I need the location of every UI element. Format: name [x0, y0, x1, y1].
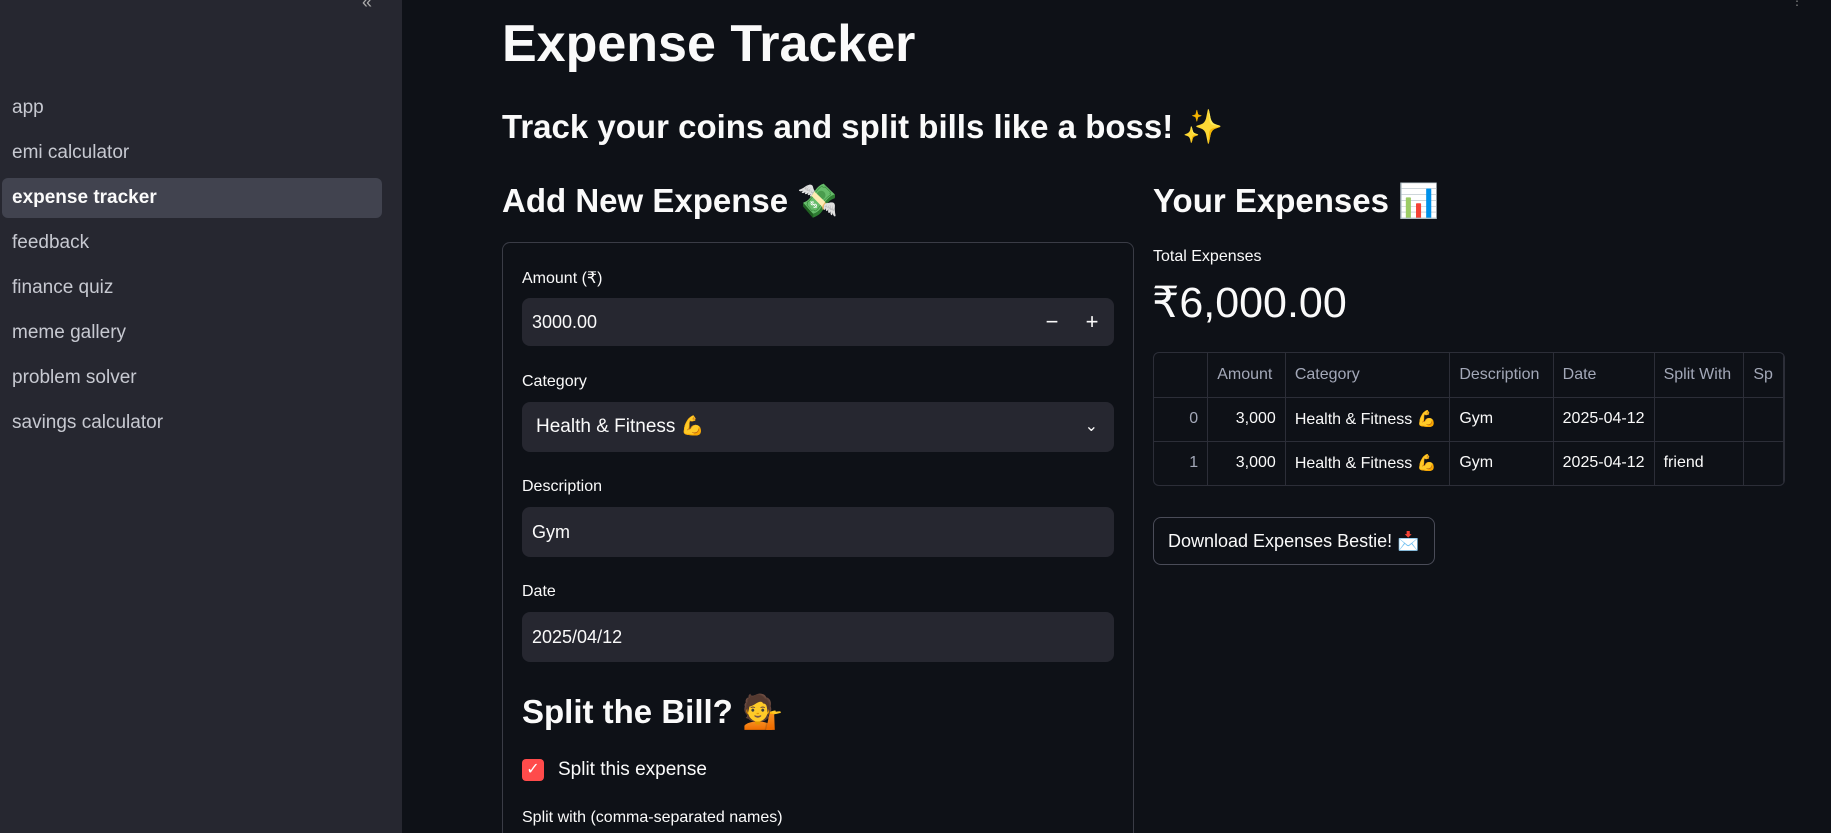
sidebar-item-expense-tracker[interactable]: expense tracker	[2, 178, 382, 218]
split-heading: Split the Bill? 💁	[522, 693, 784, 730]
amount-input[interactable]: 3000.00	[532, 312, 597, 332]
table-row[interactable]: 1 3,000 Health & Fitness 💪 Gym 2025-04-1…	[1154, 441, 1784, 485]
column-header-category[interactable]: Category	[1285, 353, 1451, 398]
cell-date: 2025-04-12	[1553, 397, 1655, 442]
column-header-index[interactable]	[1154, 353, 1209, 398]
category-value: Health & Fitness 💪	[536, 416, 705, 437]
expenses-table[interactable]: Amount Category Description Date Split W…	[1153, 352, 1785, 486]
cell-amount: 3,000	[1207, 397, 1286, 442]
download-expenses-button[interactable]: Download Expenses Bestie! 📩	[1153, 517, 1435, 565]
chevron-down-icon: ⌄	[1084, 418, 1098, 435]
menu-icon[interactable]: ⋮	[1791, 0, 1803, 8]
cell-index: 1	[1154, 441, 1209, 485]
cell-category: Health & Fitness 💪	[1285, 397, 1451, 442]
description-input[interactable]: Gym	[522, 507, 1114, 557]
cell-category: Health & Fitness 💪	[1285, 441, 1451, 485]
page-title: Expense Tracker	[502, 15, 916, 73]
amount-label: Amount (₹)	[522, 270, 603, 287]
sidebar-item-finance-quiz[interactable]: finance quiz	[2, 268, 382, 308]
sidebar-item-savings-calculator[interactable]: savings calculator	[2, 403, 382, 443]
sidebar-item-feedback[interactable]: feedback	[2, 223, 382, 263]
column-header-split-with[interactable]: Split With	[1654, 353, 1745, 398]
split-with-label: Split with (comma-separated names)	[522, 809, 783, 826]
cell-split-with: friend	[1654, 441, 1745, 485]
cell-split-partial	[1743, 441, 1784, 485]
collapse-sidebar-icon[interactable]: «	[362, 0, 372, 13]
table-header-row: Amount Category Description Date Split W…	[1154, 353, 1784, 398]
date-label: Date	[522, 583, 556, 600]
category-select[interactable]: Health & Fitness 💪 ⌄	[522, 402, 1114, 452]
decrement-button[interactable]: −	[1032, 298, 1072, 346]
sidebar: « app emi calculator expense tracker fee…	[0, 0, 402, 833]
split-checkbox[interactable]: ✓	[522, 759, 544, 781]
split-checkbox-label: Split this expense	[558, 759, 707, 780]
sidebar-nav: app emi calculator expense tracker feedb…	[2, 88, 382, 448]
cell-description: Gym	[1449, 441, 1554, 485]
cell-description: Gym	[1449, 397, 1554, 442]
column-header-description[interactable]: Description	[1449, 353, 1554, 398]
cell-date: 2025-04-12	[1553, 441, 1655, 485]
column-header-split-partial[interactable]: Sp	[1743, 353, 1784, 398]
table-row[interactable]: 0 3,000 Health & Fitness 💪 Gym 2025-04-1…	[1154, 397, 1784, 442]
date-input[interactable]: 2025/04/12	[522, 612, 1114, 662]
total-expenses-label: Total Expenses	[1153, 248, 1262, 265]
total-expenses-value: ₹6,000.00	[1152, 279, 1347, 327]
cell-index: 0	[1154, 397, 1209, 442]
cell-split-with	[1654, 397, 1745, 442]
expense-form: Amount (₹) 3000.00 − + Category Health &…	[502, 242, 1134, 833]
column-header-date[interactable]: Date	[1553, 353, 1655, 398]
description-label: Description	[522, 478, 603, 495]
increment-button[interactable]: +	[1072, 298, 1112, 346]
cell-amount: 3,000	[1207, 441, 1286, 485]
add-expense-heading: Add New Expense 💸	[502, 182, 839, 219]
sidebar-item-app[interactable]: app	[2, 88, 382, 128]
main-content: ⋮ Expense Tracker Track your coins and s…	[402, 0, 1831, 833]
your-expenses-heading: Your Expenses 📊	[1153, 182, 1440, 219]
category-label: Category	[522, 373, 587, 390]
amount-stepper: 3000.00 − +	[522, 298, 1114, 346]
sidebar-item-problem-solver[interactable]: problem solver	[2, 358, 382, 398]
split-checkbox-row[interactable]: ✓ Split this expense	[522, 759, 707, 781]
page-subtitle: Track your coins and split bills like a …	[502, 108, 1224, 145]
sidebar-item-meme-gallery[interactable]: meme gallery	[2, 313, 382, 353]
sidebar-item-emi-calculator[interactable]: emi calculator	[2, 133, 382, 173]
cell-split-partial	[1743, 397, 1784, 442]
column-header-amount[interactable]: Amount	[1207, 353, 1286, 398]
